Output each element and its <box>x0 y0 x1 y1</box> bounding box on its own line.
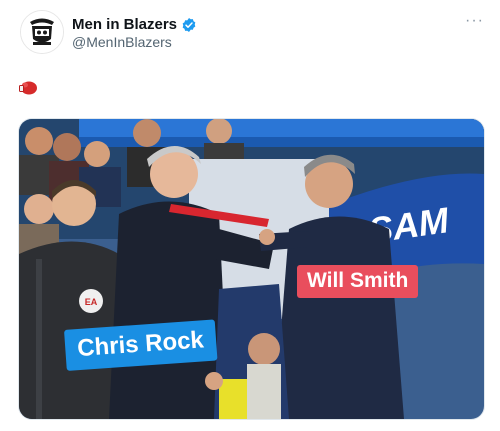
handle[interactable]: @MenInBlazers <box>72 34 172 50</box>
more-options-icon[interactable]: ··· <box>465 13 484 29</box>
boxing-glove-icon <box>19 81 37 95</box>
avatar[interactable] <box>20 10 64 54</box>
display-name[interactable]: Men in Blazers <box>72 16 177 33</box>
will-smith-label: Will Smith <box>297 265 419 298</box>
badge-text: EA <box>85 297 98 307</box>
name-row: Men in Blazers <box>72 16 197 33</box>
verified-badge-icon <box>182 17 196 32</box>
men-in-blazers-crest-icon <box>21 11 63 53</box>
